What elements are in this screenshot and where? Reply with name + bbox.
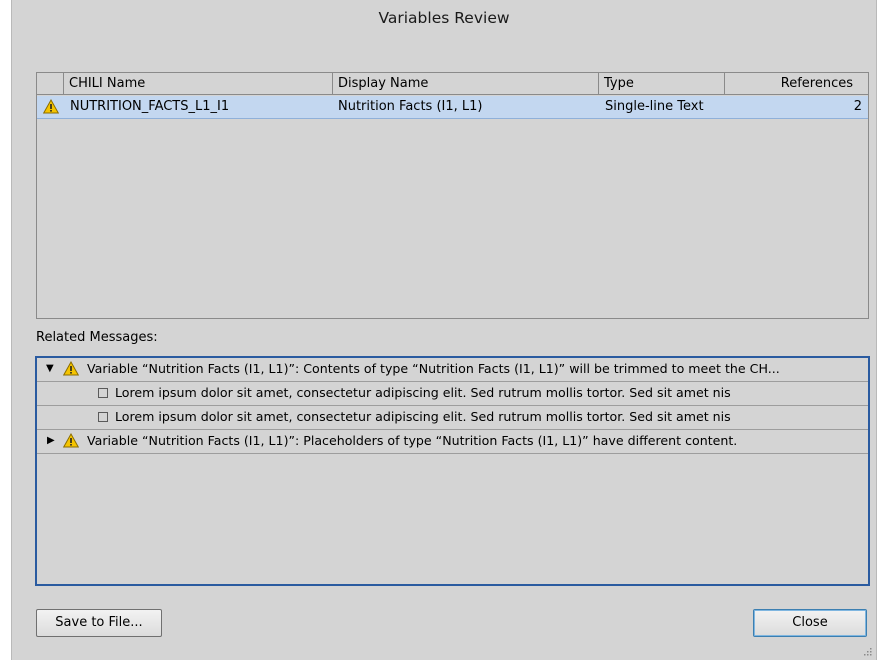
message-item[interactable]: ▶ Variable “Nutrition Facts (I1, L1)”: P… [37,430,868,454]
save-to-file-button[interactable]: Save to File... [36,609,162,637]
related-messages-tree[interactable]: ▼ Variable “Nutrition Facts (I1, L1)”: C… [35,356,870,586]
close-button[interactable]: Close [753,609,867,637]
variables-table[interactable]: CHILI Name Display Name Type References … [36,72,869,319]
header-type[interactable]: Type [599,73,725,95]
resize-grip-icon[interactable] [862,646,872,656]
table-row[interactable]: NUTRITION_FACTS_L1_I1 Nutrition Facts (I… [37,96,868,119]
message-item[interactable]: ▼ Variable “Nutrition Facts (I1, L1)”: C… [37,358,868,382]
header-display-name[interactable]: Display Name [333,73,599,95]
table-header: CHILI Name Display Name Type References [37,73,868,95]
header-chili-name[interactable]: CHILI Name [64,73,333,95]
dialog-title: Variables Review [378,9,510,27]
header-status-column[interactable] [37,73,64,95]
cell-chili-name: NUTRITION_FACTS_L1_I1 [70,99,230,114]
message-text: Lorem ipsum dolor sit amet, consectetur … [115,385,731,400]
header-references[interactable]: References [725,73,868,95]
frame-icon [98,388,108,398]
message-text: Lorem ipsum dolor sit amet, consectetur … [115,409,731,424]
message-child-item[interactable]: Lorem ipsum dolor sit amet, consectetur … [37,406,868,430]
frame-icon [98,412,108,422]
cell-references: 2 [853,99,862,114]
message-child-item[interactable]: Lorem ipsum dolor sit amet, consectetur … [37,382,868,406]
collapse-triangle-icon[interactable]: ▼ [46,358,54,380]
message-text: Variable “Nutrition Facts (I1, L1)”: Pla… [87,433,738,448]
cell-display-name: Nutrition Facts (I1, L1) [338,99,483,114]
warning-icon [43,99,59,114]
warning-icon [63,361,79,376]
related-messages-label: Related Messages: [36,330,158,345]
warning-icon [63,433,79,448]
expand-triangle-icon[interactable]: ▶ [47,430,55,452]
cell-type: Single-line Text [605,99,704,114]
variables-review-dialog: Variables Review CHILI Name Display Name… [11,0,877,660]
message-text: Variable “Nutrition Facts (I1, L1)”: Con… [87,361,780,376]
